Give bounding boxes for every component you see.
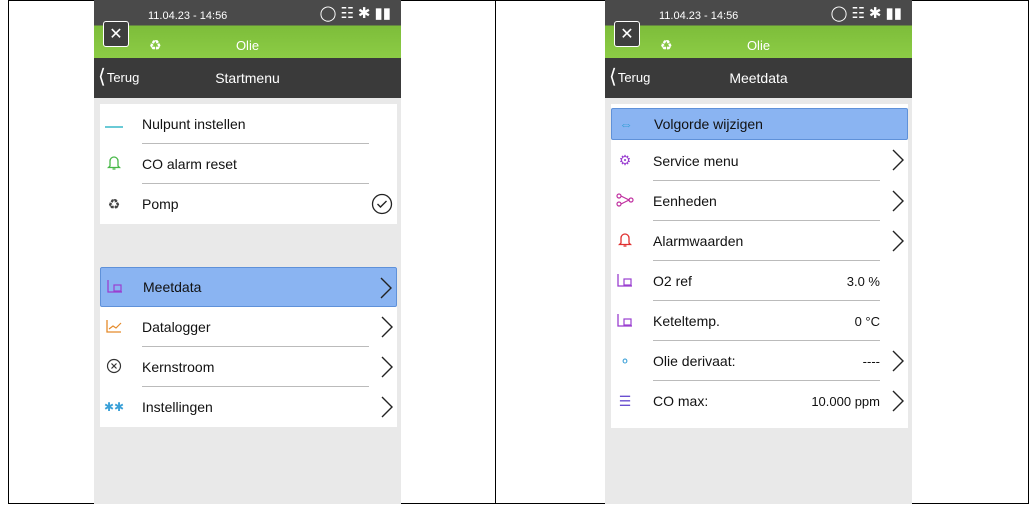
gear-icon: ⚙ <box>618 152 632 168</box>
list-icon: ☰ <box>618 392 632 409</box>
branch-icon <box>613 192 637 210</box>
panel-divider <box>495 0 496 504</box>
menu-item-label: Keteltemp. <box>653 313 720 329</box>
menu-item-label: Alarmwaarden <box>653 233 744 249</box>
device-screen-startmenu: 11.04.23 - 14:56 ◯ ☷ ✱ ▮▮ ✕ ♻ Olie ⟨ Ter… <box>94 0 401 504</box>
menu-item-label: Volgorde wijzigen <box>654 116 763 132</box>
menu-item-datalogger[interactable]: Datalogger <box>100 307 397 347</box>
menu-item-label: Datalogger <box>142 319 211 335</box>
menu-item-instellingen[interactable]: ✱✱ Instellingen <box>100 387 397 427</box>
meetdata-list: ⇔ Volgorde wijzigen ⚙ Service menu Eenhe… <box>611 104 908 428</box>
menu-item-label: CO max: <box>653 393 709 409</box>
menu-item-volgorde-wijzigen[interactable]: ⇔ Volgorde wijzigen <box>611 108 908 140</box>
measure-icon <box>613 272 637 291</box>
menu-item-co-alarm-reset[interactable]: CO alarm reset <box>100 144 397 184</box>
nav-bar: ⟨ Terug Meetdata <box>605 58 912 98</box>
menu-item-meetdata[interactable]: Meetdata <box>100 267 397 307</box>
menu-item-olie-derivaat[interactable]: ⚬ Olie derivaat: ---- <box>611 341 908 381</box>
battery-icon: ▮▮ <box>374 5 391 22</box>
drops-icon: ◯ <box>319 5 337 22</box>
menu-item-service-menu[interactable]: ⚙ Service menu <box>611 140 908 181</box>
chevron-right-icon <box>379 355 395 384</box>
line-icon <box>102 116 126 132</box>
menu-group-1: Nulpunt instellen CO alarm reset ♻ Pomp <box>100 104 397 224</box>
chart-icon <box>102 318 126 337</box>
gears-icon: ✱✱ <box>103 400 125 414</box>
menu-item-label: Eenheden <box>653 193 717 209</box>
status-bar: 11.04.23 - 14:56 ◯ ☷ ✱ ▮▮ ✕ ♻ Olie <box>94 0 401 58</box>
measure-icon <box>613 312 637 331</box>
menu-item-value: 3.0 % <box>846 273 880 289</box>
menu-item-label: Pomp <box>142 196 179 212</box>
menu-group-2: Meetdata Datalogger Kernstroom ✱✱ Instel… <box>100 267 397 427</box>
menu-item-label: Meetdata <box>143 279 202 295</box>
chevron-right-icon <box>890 229 906 258</box>
battery-icon: ▮▮ <box>885 5 902 22</box>
bluetooth-icon: ✱ <box>868 5 882 22</box>
menu-item-value: 10.000 ppm <box>811 393 880 409</box>
app-title: Olie <box>235 38 260 53</box>
page-title: Startmenu <box>215 70 280 86</box>
menu-item-alarmwaarden[interactable]: Alarmwaarden <box>611 221 908 261</box>
menu-item-value: ---- <box>862 353 880 369</box>
database-icon: ☷ <box>851 5 865 22</box>
bell-icon <box>102 155 126 174</box>
swap-icon: ⇔ <box>619 116 633 132</box>
measure-icon <box>103 278 127 297</box>
menu-item-eenheden[interactable]: Eenheden <box>611 181 908 221</box>
chevron-right-icon <box>379 315 395 344</box>
chevron-right-icon <box>890 148 906 177</box>
status-icons: ◯ ☷ ✱ ▮▮ <box>831 4 902 22</box>
device-screen-meetdata: 11.04.23 - 14:56 ◯ ☷ ✱ ▮▮ ✕ ♻ Olie ⟨ Ter… <box>605 0 912 504</box>
status-time: 11.04.23 - 14:56 <box>659 10 739 22</box>
bluetooth-icon: ✱ <box>357 5 371 22</box>
pump-icon: ♻ <box>107 195 121 212</box>
menu-item-o2-ref[interactable]: O2 ref 3.0 % <box>611 261 908 301</box>
status-time: 11.04.23 - 14:56 <box>148 10 228 22</box>
page-title: Meetdata <box>729 70 788 86</box>
status-icons: ◯ ☷ ✱ ▮▮ <box>320 4 391 22</box>
drops-icon: ⚬ <box>619 352 631 369</box>
chevron-right-icon <box>890 389 906 418</box>
app-title: Olie <box>746 38 771 53</box>
menu-item-label: Nulpunt instellen <box>142 116 246 132</box>
menu-item-value: 0 °C <box>854 313 880 329</box>
menu-item-label: Instellingen <box>142 399 213 415</box>
drops-icon: ◯ <box>830 5 848 22</box>
menu-item-label: Kernstroom <box>142 359 215 375</box>
x-circle-icon <box>102 358 126 377</box>
chevron-right-icon <box>890 349 906 378</box>
chevron-right-icon <box>890 189 906 218</box>
chevron-right-icon <box>378 276 394 305</box>
menu-item-label: CO alarm reset <box>142 156 237 172</box>
status-bar: 11.04.23 - 14:56 ◯ ☷ ✱ ▮▮ ✕ ♻ Olie <box>605 0 912 58</box>
nav-bar: ⟨ Terug Startmenu <box>94 58 401 98</box>
chevron-right-icon <box>379 395 395 424</box>
menu-item-label: Olie derivaat: <box>653 353 736 369</box>
menu-item-label: O2 ref <box>653 273 692 289</box>
check-circle-icon[interactable] <box>371 193 393 220</box>
menu-item-keteltemp[interactable]: Keteltemp. 0 °C <box>611 301 908 341</box>
menu-item-co-max[interactable]: ☰ CO max: 10.000 ppm <box>611 381 908 421</box>
menu-item-kernstroom[interactable]: Kernstroom <box>100 347 397 387</box>
menu-item-nulpunt[interactable]: Nulpunt instellen <box>100 104 397 144</box>
menu-item-label: Service menu <box>653 152 739 169</box>
menu-item-pomp[interactable]: ♻ Pomp <box>100 184 397 224</box>
bell-icon <box>613 232 637 251</box>
database-icon: ☷ <box>340 5 354 22</box>
